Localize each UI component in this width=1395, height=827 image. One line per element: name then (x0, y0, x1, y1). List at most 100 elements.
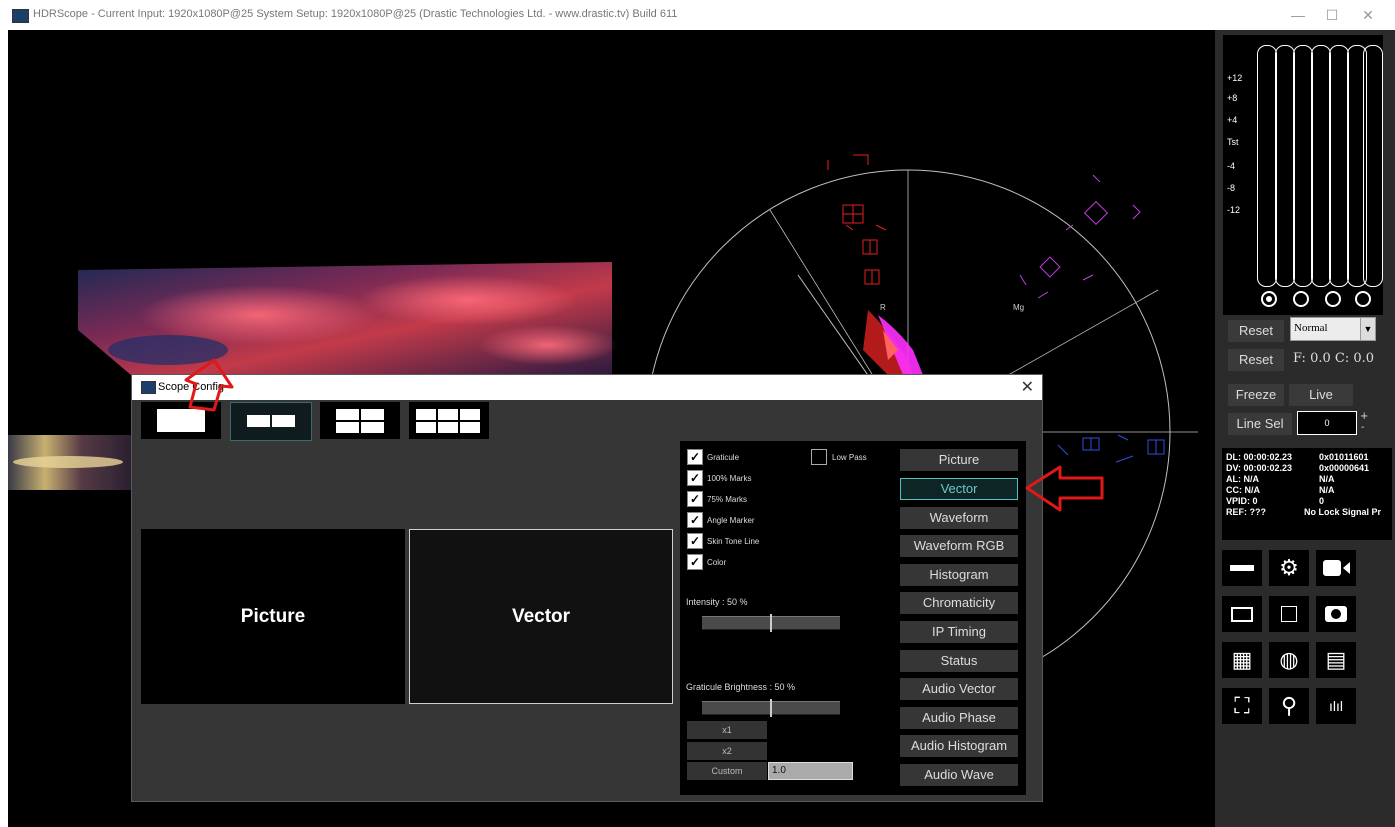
line-decrement-button[interactable]: - (1361, 422, 1364, 433)
graticule-checkbox[interactable]: ✓ (687, 449, 703, 465)
cast-icon[interactable] (1316, 550, 1356, 586)
zoom-custom-button[interactable]: Custom (687, 762, 767, 780)
meter-select-radio-3[interactable] (1325, 291, 1341, 307)
scope-vector-button[interactable]: Vector (900, 478, 1018, 500)
scope-audio-histogram-button[interactable]: Audio Histogram (900, 735, 1018, 757)
scope-chromaticity-button[interactable]: Chromaticity (900, 592, 1018, 614)
status-readout: DL: 00:00:02.23 0x01011601 DV: 00:00:02.… (1222, 448, 1392, 540)
window-title: HDRScope - Current Input: 1920x1080P@25 … (33, 8, 678, 20)
meter-select-radio-1[interactable] (1261, 291, 1277, 307)
close-window-button[interactable]: ✕ (1353, 5, 1383, 25)
layout-cell (361, 422, 384, 433)
line-select-button[interactable]: Line Sel (1228, 413, 1292, 435)
monitor-icon[interactable] (1222, 596, 1262, 632)
layout-cell (157, 409, 205, 432)
meter-scale-label: -8 (1227, 183, 1236, 193)
globe-icon[interactable]: ◍ (1269, 642, 1309, 678)
search-icon[interactable]: ⚲ (1269, 688, 1309, 724)
color-checkbox[interactable]: ✓ (687, 554, 703, 570)
gear-icon[interactable]: ⚙ (1269, 550, 1309, 586)
calendar-icon[interactable]: ▤ (1316, 642, 1356, 678)
scope-audio-wave-button[interactable]: Audio Wave (900, 764, 1018, 786)
scope-picture-button[interactable]: Picture (900, 449, 1018, 471)
audio-icon[interactable]: ılıl (1316, 688, 1356, 724)
angle-marker-label: Angle Marker (707, 516, 755, 525)
intensity-slider[interactable] (702, 614, 840, 632)
meter-scale-label: Tst (1227, 137, 1239, 147)
layout-cell (460, 422, 480, 433)
scope-audio-phase-button[interactable]: Audio Phase (900, 707, 1018, 729)
scope-waveform-button[interactable]: Waveform (900, 507, 1018, 529)
zoom-x2-button[interactable]: x2 (687, 742, 767, 760)
minimize-button[interactable]: — (1283, 5, 1313, 25)
status-value: 0x00000641 (1319, 463, 1370, 473)
layout-six-button[interactable] (409, 402, 489, 439)
scope-audio-vector-button[interactable]: Audio Vector (900, 678, 1018, 700)
window-border (0, 30, 8, 827)
meter-select-radio-4[interactable] (1355, 291, 1371, 307)
vector-targets-blue (1057, 434, 1165, 463)
graticule-label: Graticule (707, 453, 740, 462)
layout-cell (416, 409, 436, 420)
intensity-slider-handle[interactable] (770, 614, 772, 632)
meter-channel (1329, 45, 1349, 287)
layout-icon[interactable] (1222, 550, 1262, 586)
skin-tone-label: Skin Tone Line (707, 537, 760, 546)
line-number-input[interactable]: 0 (1297, 411, 1357, 435)
status-label: DV: 00:00:02.23 (1226, 463, 1293, 473)
layout-two-button[interactable] (230, 402, 312, 441)
meter-channel (1293, 45, 1313, 287)
line-increment-button[interactable]: + (1360, 411, 1368, 422)
maximize-button[interactable]: ☐ (1317, 5, 1347, 25)
fullscreen-icon[interactable]: ⛶ (1222, 688, 1262, 724)
table-icon[interactable]: ▦ (1222, 642, 1262, 678)
chevron-down-icon[interactable]: ▼ (1360, 318, 1375, 340)
status-label: AL: N/A (1226, 474, 1259, 484)
scope-histogram-button[interactable]: Histogram (900, 564, 1018, 586)
scope-status-button[interactable]: Status (900, 650, 1018, 672)
skin-tone-checkbox[interactable]: ✓ (687, 533, 703, 549)
reset-mode-button[interactable]: Reset (1228, 320, 1284, 342)
meter-channel (1257, 45, 1277, 287)
dialog-title: Scope Config (158, 381, 225, 393)
freeze-button[interactable]: Freeze (1228, 384, 1284, 406)
status-label: CC: N/A (1226, 485, 1260, 495)
mode-select[interactable]: Normal ▼ (1290, 317, 1376, 341)
graticule-brightness-slider[interactable] (702, 699, 840, 717)
low-pass-checkbox[interactable] (811, 449, 827, 465)
vector-targets (827, 154, 887, 285)
preview-slot-right[interactable]: Vector (409, 529, 673, 704)
reset-fc-button[interactable]: Reset (1228, 349, 1284, 371)
layout-four-button[interactable] (320, 402, 400, 439)
layout-cell (247, 415, 270, 427)
marks-75-checkbox[interactable]: ✓ (687, 491, 703, 507)
meter-channel (1311, 45, 1331, 287)
vector-targets-magenta (1019, 174, 1141, 299)
layout-single-button[interactable] (141, 402, 221, 439)
graticule-brightness-label: Graticule Brightness : 50 % (686, 682, 796, 692)
layout-cell (460, 409, 480, 420)
marks-100-checkbox[interactable]: ✓ (687, 470, 703, 486)
graticule-brightness-slider-handle[interactable] (770, 699, 772, 717)
layout-cell (336, 409, 359, 420)
meter-select-radio-2[interactable] (1293, 291, 1309, 307)
scope-waveform-rgb-button[interactable]: Waveform RGB (900, 535, 1018, 557)
marks-100-label: 100% Marks (707, 474, 752, 483)
scope-ip-timing-button[interactable]: IP Timing (900, 621, 1018, 643)
zoom-x1-button[interactable]: x1 (687, 721, 767, 739)
custom-zoom-input[interactable]: 1.0 (768, 762, 853, 780)
meter-scale-label: +4 (1227, 115, 1238, 125)
meter-channel (1363, 45, 1383, 287)
camera-icon[interactable] (1316, 596, 1356, 632)
angle-marker-checkbox[interactable]: ✓ (687, 512, 703, 528)
status-value: N/A (1319, 485, 1335, 495)
window-icon[interactable] (1269, 596, 1309, 632)
color-label: Color (707, 558, 727, 567)
title-bar: HDRScope - Current Input: 1920x1080P@25 … (0, 0, 1395, 31)
status-label: DL: 00:00:02.23 (1226, 452, 1293, 462)
meter-scale-label: -12 (1227, 205, 1241, 215)
live-button[interactable]: Live (1289, 384, 1353, 406)
preview-slot-left[interactable]: Picture (141, 529, 405, 704)
dialog-close-button[interactable]: ✕ (1021, 377, 1034, 397)
layout-cell (336, 422, 359, 433)
